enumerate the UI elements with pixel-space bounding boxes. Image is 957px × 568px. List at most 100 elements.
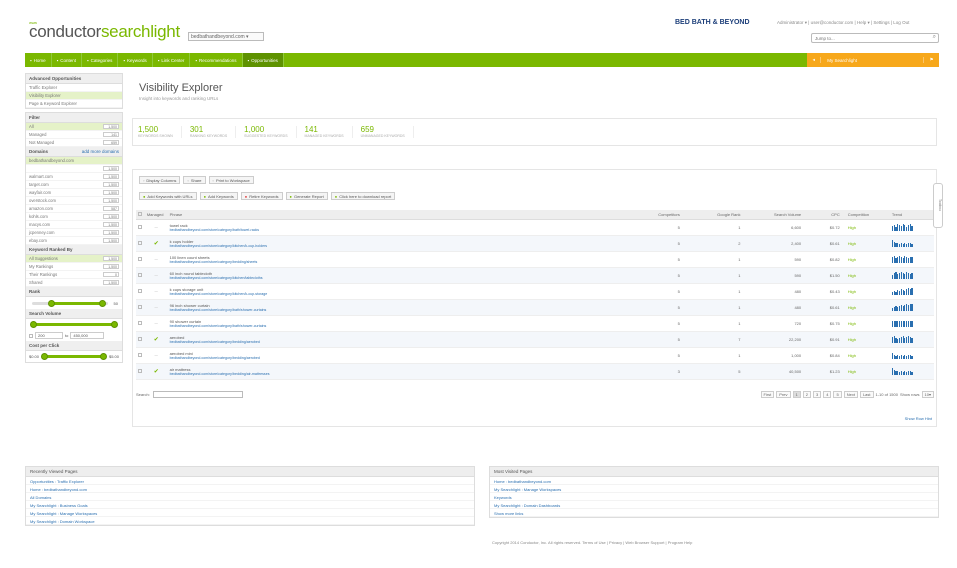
column-header-search-volume[interactable]: Search Volume [746, 210, 808, 220]
pager-first[interactable]: First [760, 391, 775, 398]
cpc-slider[interactable] [41, 353, 107, 360]
managed-cell[interactable]: – [144, 219, 168, 236]
most-page-link[interactable]: Home : bedbathandbeyond.com [490, 477, 938, 485]
pager-next[interactable]: Next [843, 391, 858, 398]
row-checkbox[interactable] [138, 289, 142, 293]
recent-page-link[interactable]: Opportunities : Traffic Explorer [26, 477, 474, 485]
nav-item-opportunities[interactable]: ▪ Opportunities [242, 53, 284, 67]
nav-item-recommendations[interactable]: ▪ Recommendations [190, 53, 243, 67]
search-icon[interactable]: ⌕ [933, 34, 936, 41]
phrase-url-link[interactable]: bedbathandbeyond.com/store/category/kitc… [170, 276, 629, 280]
add-domains-link[interactable]: add more domains [82, 149, 119, 154]
most-page-link[interactable]: Show more links [490, 509, 938, 517]
add-keywords-button[interactable]: ● Add Keywords [199, 192, 238, 200]
table-row[interactable]: – 90 shower curtain bedbathandbeyond.com/s… [136, 315, 934, 332]
domain-item[interactable]: kohls.com 1,500 [26, 213, 122, 221]
recent-page-link[interactable]: My Searchlight : Domain Workspace [26, 517, 474, 525]
pager-last[interactable]: Last [859, 391, 874, 398]
row-select-cell[interactable] [136, 267, 145, 284]
domain-item[interactable]: wayfair.com 1,500 [26, 189, 122, 197]
phrase-url-link[interactable]: bedbathandbeyond.com/store/category/kitc… [170, 244, 629, 248]
opportunity-item[interactable]: Visibility Explorer [26, 92, 122, 100]
row-select-cell[interactable] [136, 299, 145, 316]
phrase-url-link[interactable]: bedbathandbeyond.com/store/category/bedd… [170, 260, 629, 264]
table-row[interactable]: ✔ k cups holder bedbathandbeyond.com/store… [136, 235, 934, 252]
nav-item-content[interactable]: ▪ Content [52, 53, 82, 67]
opportunity-item[interactable]: Traffic Explorer [26, 84, 122, 92]
search-volume-min-handle[interactable] [30, 321, 37, 328]
search-volume-slider[interactable] [30, 321, 118, 328]
column-header-cpc[interactable]: CPC [807, 210, 846, 220]
recent-page-link[interactable]: Home : bedbathandbeyond.com [26, 485, 474, 493]
managed-cell[interactable]: – [144, 283, 168, 300]
share-button[interactable]: ▫ Share [183, 176, 206, 184]
opportunity-item[interactable]: Page & Keyword Explorer [26, 100, 122, 108]
table-row[interactable]: ✔ air mattress bedbathandbeyond.com/store/… [136, 363, 934, 380]
column-header-google-rank[interactable]: Google Rank [685, 210, 747, 220]
domain-selected[interactable]: bedbathandbeyond.com [26, 157, 122, 165]
recent-page-link[interactable]: All Domains [26, 493, 474, 501]
row-checkbox[interactable] [138, 321, 142, 325]
phrase-url-link[interactable]: bedbathandbeyond.com/store/category/bedd… [170, 340, 629, 344]
table-search-input[interactable] [152, 391, 243, 398]
column-header-competition[interactable]: Competition [845, 210, 890, 220]
column-header-phrase[interactable]: Phrase [167, 210, 631, 220]
domain-item[interactable]: walmart.com 1,500 [26, 173, 122, 181]
managed-cell[interactable]: ✔ [144, 235, 168, 252]
domain-item[interactable]: ebay.com 1,500 [26, 237, 122, 245]
phrase-url-link[interactable]: bedbathandbeyond.com/store/category/bath… [170, 308, 629, 312]
row-select-cell[interactable] [136, 235, 145, 252]
row-select-cell[interactable] [136, 363, 145, 380]
managed-cell[interactable]: ✔ [144, 331, 168, 348]
managed-cell[interactable]: ✔ [144, 363, 168, 380]
phrase-url-link[interactable]: bedbathandbeyond.com/store/category/bath… [170, 324, 629, 328]
most-page-link[interactable]: My Searchlight : Domain Dashboards [490, 501, 938, 509]
user-links[interactable]: Administrator ▾ | user@conductor.com | H… [777, 20, 909, 26]
table-row[interactable]: – 96 inch shower curtain bedbathandbeyond.… [136, 299, 934, 316]
row-checkbox[interactable] [138, 337, 142, 341]
nav-item-link-center[interactable]: ▪ Link Center [153, 53, 191, 67]
row-select-cell[interactable] [136, 331, 145, 348]
managed-cell[interactable]: – [144, 267, 168, 284]
table-row[interactable]: – towel rack bedbathandbeyond.com/store/ca… [136, 219, 934, 236]
nav-item-categories[interactable]: ▪ Categories [82, 53, 119, 67]
phrase-url-link[interactable]: bedbathandbeyond.com/store/category/bedd… [170, 372, 629, 376]
recent-page-link[interactable]: My Searchlight : Manage Workspaces [26, 509, 474, 517]
domain-selector[interactable]: bedbathandbeyond.com ▾ [188, 32, 264, 41]
domain-item[interactable]: target.com 1,500 [26, 181, 122, 189]
row-checkbox[interactable] [138, 273, 142, 277]
domain-item[interactable]: amazon.com 587 [26, 205, 122, 213]
row-checkbox[interactable] [138, 305, 142, 309]
table-row[interactable]: – 100 linen count sheets bedbathandbeyond.… [136, 251, 934, 268]
retire-keywords-button[interactable]: ● Retire Keywords [240, 192, 283, 200]
show-row-hint-link[interactable]: Show Row Hint [905, 416, 932, 421]
pager-page[interactable]: 1 [792, 391, 801, 398]
managed-cell[interactable]: – [144, 315, 168, 332]
recent-page-link[interactable]: My Searchlight : Business Goals [26, 501, 474, 509]
flag-icon[interactable]: ⚑ [923, 57, 939, 63]
table-row[interactable]: – 60 inch round tablecloth bedbathandbeyon… [136, 267, 934, 284]
keyword-ranking-item[interactable]: All Suggestions 1,500 [26, 255, 122, 263]
my-searchlight-menu[interactable]: ◂ My Searchlight ⚑ [807, 53, 939, 67]
global-search-input[interactable] [812, 34, 938, 42]
domain-item[interactable]: macys.com 1,500 [26, 221, 122, 229]
keyword-ranking-item[interactable]: My Rankings 1,500 [26, 263, 122, 271]
pager-prev[interactable]: Prev [776, 391, 791, 398]
table-row[interactable]: – aerobed mini bedbathandbeyond.com/store/… [136, 347, 934, 364]
select-all-header[interactable] [136, 210, 145, 220]
keyword-ranking-item[interactable]: Shared 1,500 [26, 279, 122, 287]
phrase-url-link[interactable]: bedbathandbeyond.com/store/category/bath… [170, 228, 629, 232]
row-select-cell[interactable] [136, 219, 145, 236]
domain-item[interactable]: jcpenney.com 1,500 [26, 229, 122, 237]
domain-item[interactable]: overstock.com 1,500 [26, 197, 122, 205]
managed-cell[interactable]: – [144, 251, 168, 268]
select-all-checkbox[interactable] [138, 212, 142, 216]
column-header-managed[interactable]: Managed [144, 210, 168, 220]
conductor-logo[interactable]: www conductorsearchlight [29, 20, 180, 42]
page-size-select[interactable]: 10 ▾ [921, 391, 934, 398]
search-volume-max-input[interactable]: 450,000 [70, 332, 105, 339]
search-volume-checkbox[interactable] [29, 333, 33, 338]
arrow-icon[interactable]: ◂ [807, 57, 822, 63]
filter-item[interactable]: Not Managed 659 [26, 139, 122, 147]
row-checkbox[interactable] [138, 369, 142, 373]
